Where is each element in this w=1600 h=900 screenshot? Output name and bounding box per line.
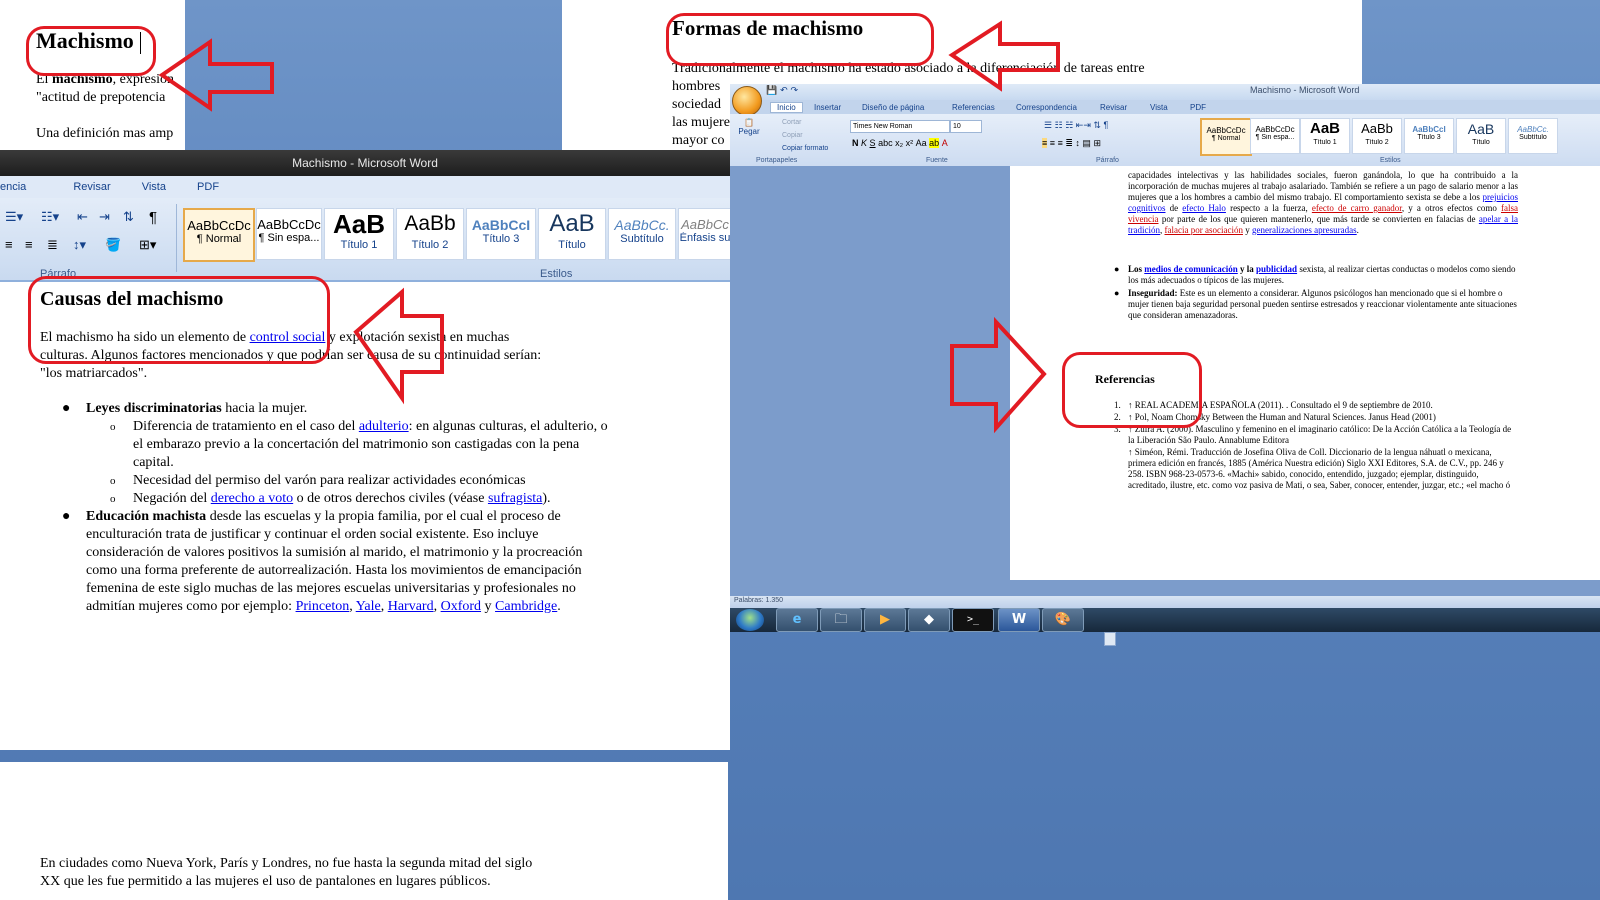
annotation-arrows [158, 20, 1060, 434]
left-arrow-icon [158, 38, 274, 112]
right-arrow-icon [950, 316, 1047, 434]
left-arrow-icon [353, 287, 444, 405]
left-arrow-icon [948, 20, 1060, 92]
